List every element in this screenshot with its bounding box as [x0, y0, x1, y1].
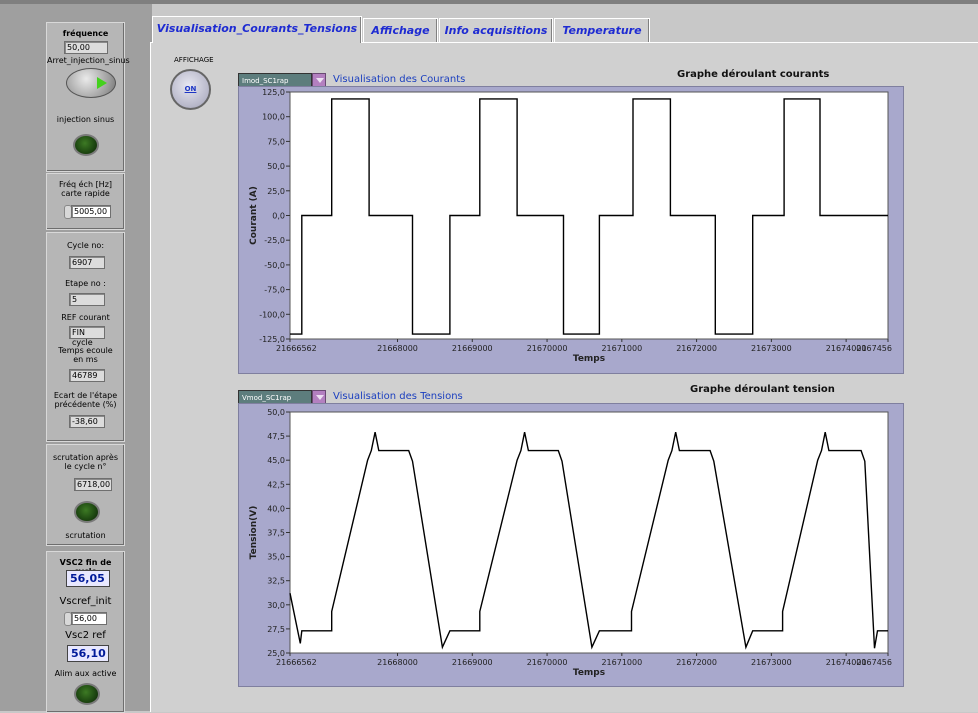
current-ytick-label: -75,0 [264, 286, 285, 295]
current-xlabel: Temps [573, 354, 605, 364]
vscref-value[interactable]: 56,00 [71, 612, 107, 625]
scrutation-apres-label: scrutation après le cycle n° [52, 453, 118, 471]
arret-injection-button[interactable] [66, 68, 116, 98]
current-ytick-label: 25,0 [267, 187, 285, 196]
current-graph: 125,0 100,0 75,0 50,0 25,0 0,0 -25,0 -50,0 -75,0… [249, 88, 892, 364]
vsc2-ref-label: Vsc2 ref [65, 630, 106, 641]
voltage-xtick-label: 21671000 [601, 658, 642, 667]
current-ytick-label: 0,0 [272, 212, 285, 221]
voltage-ytick-label: 32,5 [267, 577, 285, 586]
tab-label: Affichage [371, 24, 430, 37]
tab-label: Temperature [562, 24, 642, 37]
current-ytick-label: -100,0 [259, 310, 285, 319]
panel-vsc2: VSC2 fin de cycle 56,05 Vscref_init 56,0… [46, 551, 125, 713]
voltage-plot-area [289, 411, 889, 654]
vsc2-fin-value: 56,05 [66, 570, 110, 587]
current-ytick-label: -50,0 [264, 261, 285, 270]
voltage-ytick-label: 30,0 [267, 601, 285, 610]
current-ytick-label: -125,0 [259, 335, 285, 344]
voltage-ytick-label: 42,5 [267, 480, 285, 489]
voltage-blue-label: Visualisation des Tensions [333, 391, 463, 402]
voltage-ytick-label: 35,0 [267, 553, 285, 562]
voltage-selector-arrow[interactable] [312, 390, 326, 404]
voltage-selector[interactable]: Vmod_SC1rap [238, 390, 312, 404]
play-icon [97, 77, 107, 89]
current-ytick-label: 125,0 [262, 88, 285, 97]
temps-label: Temps ecoule en ms [58, 346, 113, 364]
tab-temperature[interactable]: Temperature [554, 18, 650, 42]
cycle-label: Cycle no: [66, 241, 105, 250]
alim-label: Alim aux active [54, 669, 117, 678]
panel-cycle: Cycle no: 6907 Etape no : 5 REF courant … [46, 232, 125, 442]
panel-frequence: fréquence 50,00 Arret_injection_sinus in… [46, 22, 130, 172]
etape-value: 5 [69, 293, 105, 306]
current-ytick-label: -25,0 [264, 236, 285, 245]
voltage-xtick-label: 21673000 [751, 658, 792, 667]
current-xtick-label: 2167456 [856, 344, 892, 353]
scrutation-apres-value: 6718,00 [74, 478, 112, 491]
current-ytick-label: 75,0 [267, 137, 285, 146]
voltage-ytick-label: 50,0 [267, 408, 285, 417]
ecart-label: Ecart de l'étape précédente (%) [53, 391, 118, 409]
affichage-button[interactable]: ON [170, 69, 211, 110]
current-ytick-label: 50,0 [267, 162, 285, 171]
voltage-xtick-label: 21672000 [676, 658, 717, 667]
tab-label: Info acquisitions [444, 24, 548, 37]
voltage-ytick-label: 47,5 [267, 432, 285, 441]
frequence-value: 50,00 [64, 41, 108, 54]
voltage-ytick-label: 37,5 [267, 529, 285, 538]
scrutation-label: scrutation [65, 531, 106, 540]
panel-scrutation: scrutation après le cycle n° 6718,00 scru… [46, 444, 125, 546]
current-ylabel: Courant (A) [249, 186, 259, 245]
voltage-graph: 50,0 47,5 45,0 42,5 40,0 37,5 35,0 32,5 30,0 27,5… [249, 408, 892, 678]
panel-freq-ech: Fréq éch [Hz] carte rapide 5005,00 [46, 173, 125, 230]
current-blue-label: Visualisation des Courants [333, 74, 466, 85]
injection-label: injection sinus [56, 115, 115, 124]
current-xtick-label: 21671000 [601, 344, 642, 353]
current-ytick-label: 100,0 [262, 113, 285, 122]
injection-led [73, 134, 99, 156]
scrutation-led [74, 501, 100, 523]
ref-courant-label: REF courant [61, 313, 110, 322]
current-xtick-label: 21669000 [452, 344, 493, 353]
voltage-xtick-label: 21670000 [527, 658, 568, 667]
affichage-label: AFFICHAGE [174, 56, 214, 64]
tab-info-acquisitions[interactable]: Info acquisitions [439, 18, 553, 42]
current-xtick-label: 21670000 [527, 344, 568, 353]
tab-visualisation[interactable]: Visualisation_Courants_Tensions [152, 16, 362, 43]
freq-ech-label: Fréq éch [Hz] carte rapide [58, 180, 113, 198]
vscref-label: Vscref_init [59, 596, 112, 607]
voltage-graph-title: Graphe déroulant tension [690, 384, 835, 395]
cycle-value: 6907 [69, 256, 105, 269]
voltage-ytick-label: 40,0 [267, 504, 285, 513]
temps-value: 46789 [69, 369, 105, 382]
affichage-button-label: ON [184, 85, 197, 93]
voltage-xtick-label: 21668000 [377, 658, 418, 667]
vsc2-ref-value: 56,10 [67, 645, 109, 662]
tab-label: Visualisation_Courants_Tensions [156, 22, 358, 35]
voltage-xtick-label: 2167456 [856, 658, 892, 667]
ref-courant-value: FIN cycle [69, 326, 105, 347]
current-xtick-label: 21672000 [676, 344, 717, 353]
current-selector[interactable]: Imod_SC1rap [238, 73, 312, 87]
alim-led [74, 683, 100, 705]
current-graph-title: Graphe déroulant courants [677, 69, 830, 80]
freq-ech-value[interactable]: 5005,00 [71, 205, 111, 218]
voltage-xtick-label: 21669000 [452, 658, 493, 667]
current-selector-arrow[interactable] [312, 73, 326, 87]
etape-label: Etape no : [65, 279, 106, 288]
voltage-xtick-label: 21666562 [276, 658, 317, 667]
frequence-label: fréquence [62, 29, 109, 38]
current-xtick-label: 21666562 [276, 344, 317, 353]
arret-label: Arret_injection_sinus [47, 56, 130, 65]
current-xtick-label: 21673000 [751, 344, 792, 353]
tab-affichage[interactable]: Affichage [363, 18, 438, 42]
voltage-ytick-label: 25,0 [267, 649, 285, 658]
current-xtick-label: 21668000 [377, 344, 418, 353]
voltage-ytick-label: 27,5 [267, 625, 285, 634]
voltage-xlabel: Temps [573, 668, 605, 678]
ecart-value: -38,60 [69, 415, 105, 428]
voltage-ytick-label: 45,0 [267, 456, 285, 465]
voltage-ylabel: Tension(V) [249, 506, 259, 560]
